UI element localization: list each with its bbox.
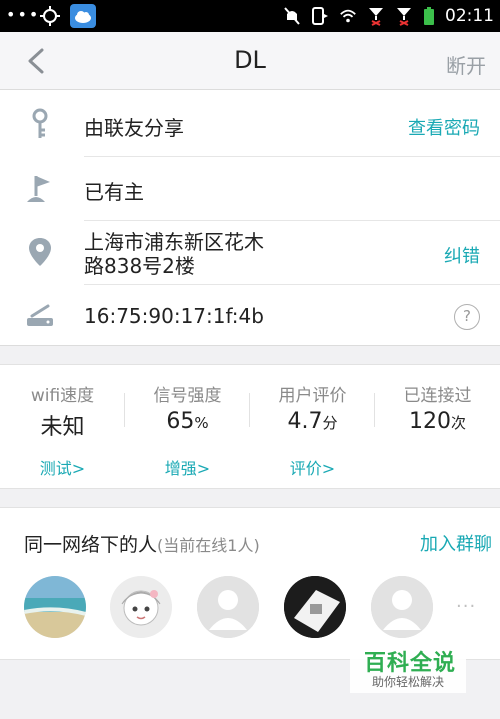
- data-sync-icon: [312, 7, 328, 25]
- stat-label: 已连接过: [403, 386, 472, 406]
- rate-link[interactable]: 评价>: [250, 455, 375, 479]
- join-group-chat-button[interactable]: 加入群聊: [420, 530, 492, 556]
- stat-value: 120次: [408, 409, 466, 434]
- flag-icon: [27, 176, 50, 202]
- location-row: 上海市浦东新区花木 路838号2楼 纠错: [0, 220, 500, 284]
- stat-label: wifi速度: [30, 386, 95, 406]
- stat-value: 未知: [40, 415, 85, 440]
- online-count: (当前在线1人): [157, 536, 260, 555]
- weather-cloud-icon: [70, 4, 96, 28]
- signal-sim1-icon: [369, 8, 383, 26]
- avatar[interactable]: [110, 576, 172, 638]
- network-info-card: 由联友分享 查看密码 已有主 上海市浦东新区花木 路838号2楼 纠错 16:7…: [0, 90, 500, 346]
- stat-value: 4.7分: [287, 409, 338, 434]
- avatar[interactable]: [197, 576, 259, 638]
- more-people-icon[interactable]: ···: [456, 596, 476, 617]
- people-title: 同一网络下的人(当前在线1人): [24, 534, 260, 556]
- owner-row: 已有主: [0, 156, 500, 220]
- stats-panel: wifi速度 未知 测试> 信号强度 65% 增强> 用户评价 4.7分 评价>…: [0, 364, 500, 489]
- share-text: 由联友分享: [84, 116, 184, 140]
- view-password-link[interactable]: 查看密码: [408, 114, 480, 140]
- wifi-icon: [340, 9, 356, 23]
- page-title: DL: [234, 46, 266, 74]
- location-line-1: 上海市浦东新区花木: [84, 230, 264, 254]
- watermark-tagline: 助你轻松解决: [372, 675, 445, 689]
- stat-signal-strength: 信号强度 65% 增强>: [125, 365, 250, 490]
- mac-row: 16:75:90:17:1f:4b ?: [0, 284, 500, 348]
- mac-address: 16:75:90:17:1f:4b: [84, 304, 264, 328]
- key-icon: [32, 108, 48, 138]
- stat-wifi-speed: wifi速度 未知 测试>: [0, 365, 125, 490]
- boost-signal-link[interactable]: 增强>: [125, 455, 250, 479]
- owner-text: 已有主: [84, 180, 144, 204]
- stat-connections: 已连接过 120次: [375, 365, 500, 490]
- avatar[interactable]: [24, 576, 86, 638]
- router-icon: [27, 304, 53, 326]
- stat-value: 65%: [166, 409, 209, 434]
- app-header: DL 断开: [0, 32, 500, 90]
- stat-user-rating: 用户评价 4.7分 评价>: [250, 365, 375, 490]
- watermark-logo: 百科全说 助你轻松解决: [350, 643, 466, 693]
- gps-icon: [40, 6, 60, 26]
- overflow-dots-icon: •••: [6, 5, 41, 24]
- help-icon[interactable]: ?: [454, 304, 480, 330]
- speed-test-link[interactable]: 测试>: [0, 455, 125, 479]
- mute-icon: [284, 7, 300, 25]
- location-line-2: 路838号2楼: [84, 254, 195, 278]
- share-row: 由联友分享 查看密码: [0, 92, 500, 156]
- signal-sim2-icon: [397, 8, 411, 26]
- stat-label: 信号强度: [153, 386, 222, 406]
- stat-label: 用户评价: [278, 386, 347, 406]
- location-pin-icon: [29, 238, 51, 266]
- report-error-link[interactable]: 纠错: [444, 242, 480, 268]
- clock: 02:11: [445, 6, 494, 26]
- battery-icon: [424, 7, 434, 25]
- avatar[interactable]: [371, 576, 433, 638]
- people-section: 同一网络下的人(当前在线1人) 加入群聊 ···: [0, 507, 500, 660]
- status-bar: ••• 02:11: [0, 0, 500, 32]
- disconnect-button[interactable]: 断开: [446, 50, 486, 79]
- location-address: 上海市浦东新区花木 路838号2楼: [84, 230, 264, 278]
- avatar[interactable]: [284, 576, 346, 638]
